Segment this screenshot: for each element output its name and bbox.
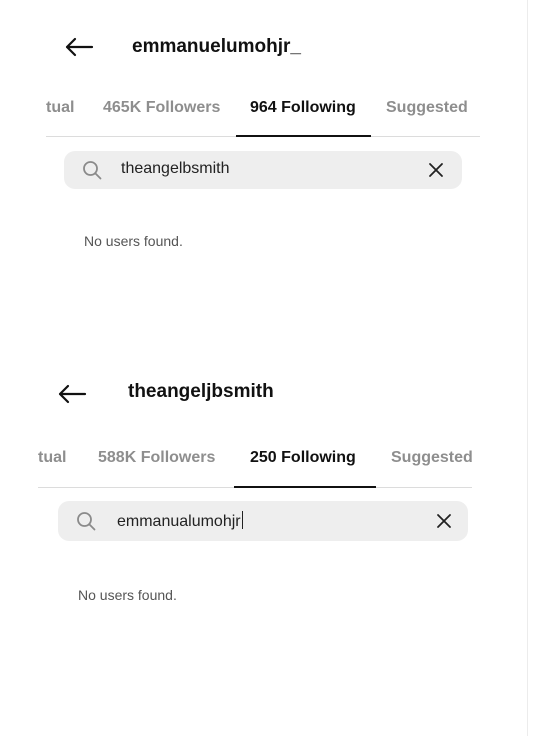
search-input[interactable]: theangelbsmith <box>64 151 462 189</box>
search-icon <box>83 161 102 180</box>
search-query-container: emmanualumohjr <box>117 511 243 531</box>
arrow-left-icon <box>58 384 87 404</box>
tab-following[interactable]: 250 Following <box>250 449 356 467</box>
tab-suggested[interactable]: Suggested <box>386 99 468 117</box>
arrow-left-icon <box>65 37 94 57</box>
close-icon[interactable] <box>436 513 452 529</box>
tab-mutual[interactable]: tual <box>46 99 74 117</box>
search-query: emmanualumohjr <box>117 513 241 530</box>
search-icon <box>77 512 96 531</box>
following-screen-1: emmanuelumohjr_ tual 465K Followers 964 … <box>0 0 534 360</box>
tab-followers[interactable]: 588K Followers <box>98 449 215 467</box>
tab-mutual[interactable]: tual <box>38 449 66 467</box>
no-results-message: No users found. <box>78 587 177 603</box>
search-input[interactable]: emmanualumohjr <box>58 501 468 541</box>
tab-following[interactable]: 964 Following <box>250 99 356 117</box>
text-caret <box>241 511 243 529</box>
active-tab-indicator <box>236 135 371 137</box>
tab-suggested[interactable]: Suggested <box>391 449 473 467</box>
back-button[interactable] <box>55 382 89 406</box>
close-icon[interactable] <box>428 162 444 178</box>
profile-username: theangeljbsmith <box>128 381 274 402</box>
profile-username: emmanuelumohjr_ <box>132 36 301 57</box>
no-results-message: No users found. <box>84 233 183 249</box>
search-query: theangelbsmith <box>121 160 230 177</box>
active-tab-indicator <box>234 486 376 488</box>
following-screen-2: theangeljbsmith tual 588K Followers 250 … <box>0 360 534 736</box>
tab-followers[interactable]: 465K Followers <box>103 99 220 117</box>
back-button[interactable] <box>62 35 96 59</box>
